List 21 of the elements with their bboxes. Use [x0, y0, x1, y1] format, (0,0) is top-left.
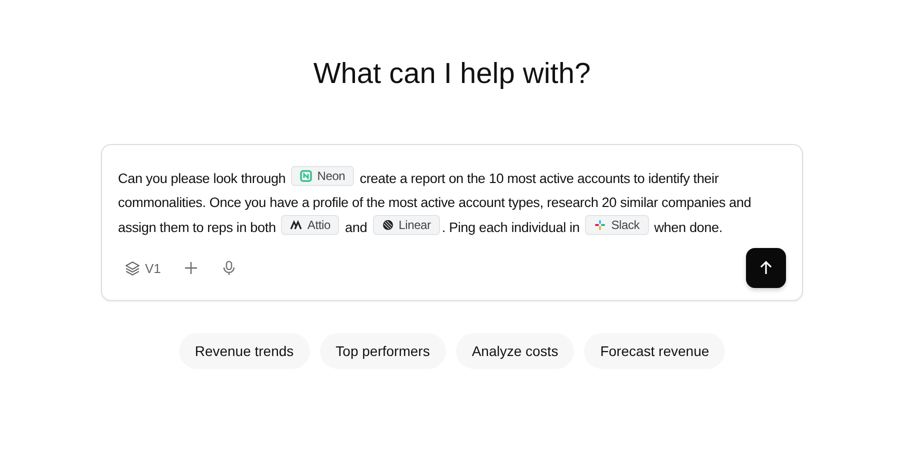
- app-logo-icon: [300, 170, 312, 182]
- app-logo-icon: [594, 219, 606, 231]
- suggestion-chip[interactable]: Analyze costs: [456, 333, 574, 369]
- app-logo-icon: [382, 219, 394, 231]
- app-logo-icon: [290, 219, 302, 231]
- arrow-up-icon: [758, 260, 774, 276]
- model-selector[interactable]: V1: [124, 260, 161, 276]
- app-chip[interactable]: Slack: [585, 215, 649, 235]
- plus-icon[interactable]: [182, 260, 199, 276]
- prompt-box[interactable]: [101, 144, 803, 301]
- suggestion-chip[interactable]: Top performers: [320, 333, 446, 369]
- suggestion-chip[interactable]: Forecast revenue: [584, 333, 726, 369]
- app-chip[interactable]: Attio: [281, 215, 340, 235]
- microphone-icon[interactable]: [220, 260, 237, 276]
- send-button[interactable]: [746, 248, 786, 288]
- app-chip[interactable]: Linear: [372, 215, 440, 235]
- layers-icon: [124, 260, 141, 276]
- suggestion-chip[interactable]: Revenue trends: [178, 333, 310, 369]
- app-chip[interactable]: Neon: [291, 166, 354, 186]
- prompt-text: Can you please look through Neon create a report on the 10 most active accounts to identify their commonalities. Once you have a profile of the most active account types, research 20 similar companies and assign them to reps in both Attio and Linear . Ping each individual in Slack when done.: [118, 166, 786, 240]
- page-heading: What can I help with?: [313, 57, 591, 92]
